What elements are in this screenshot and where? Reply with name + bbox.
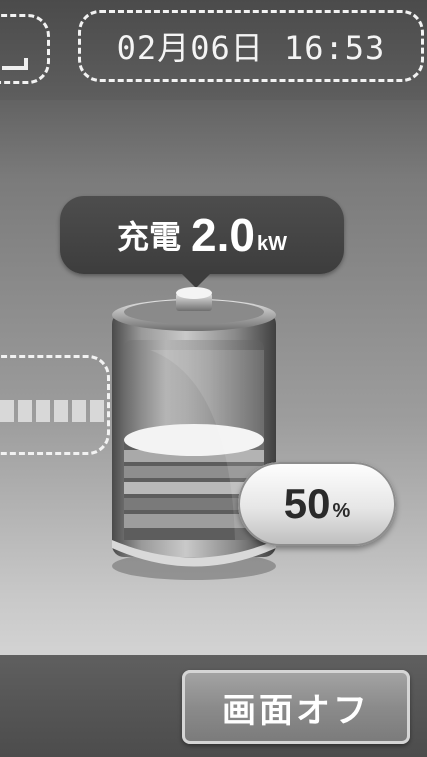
charge-percent-sign: % — [332, 499, 351, 522]
battery-status-screen: 02月06日 16:53 充電 2.0 kW 50 % 画面オフ — [0, 0, 427, 757]
battery-icon — [112, 287, 276, 580]
screen-off-button[interactable]: 画面オフ — [182, 670, 410, 744]
charge-percent-badge: 50 % — [238, 462, 396, 546]
battery-terminal-top — [176, 287, 212, 299]
charge-percent-value: 50 — [283, 480, 331, 527]
